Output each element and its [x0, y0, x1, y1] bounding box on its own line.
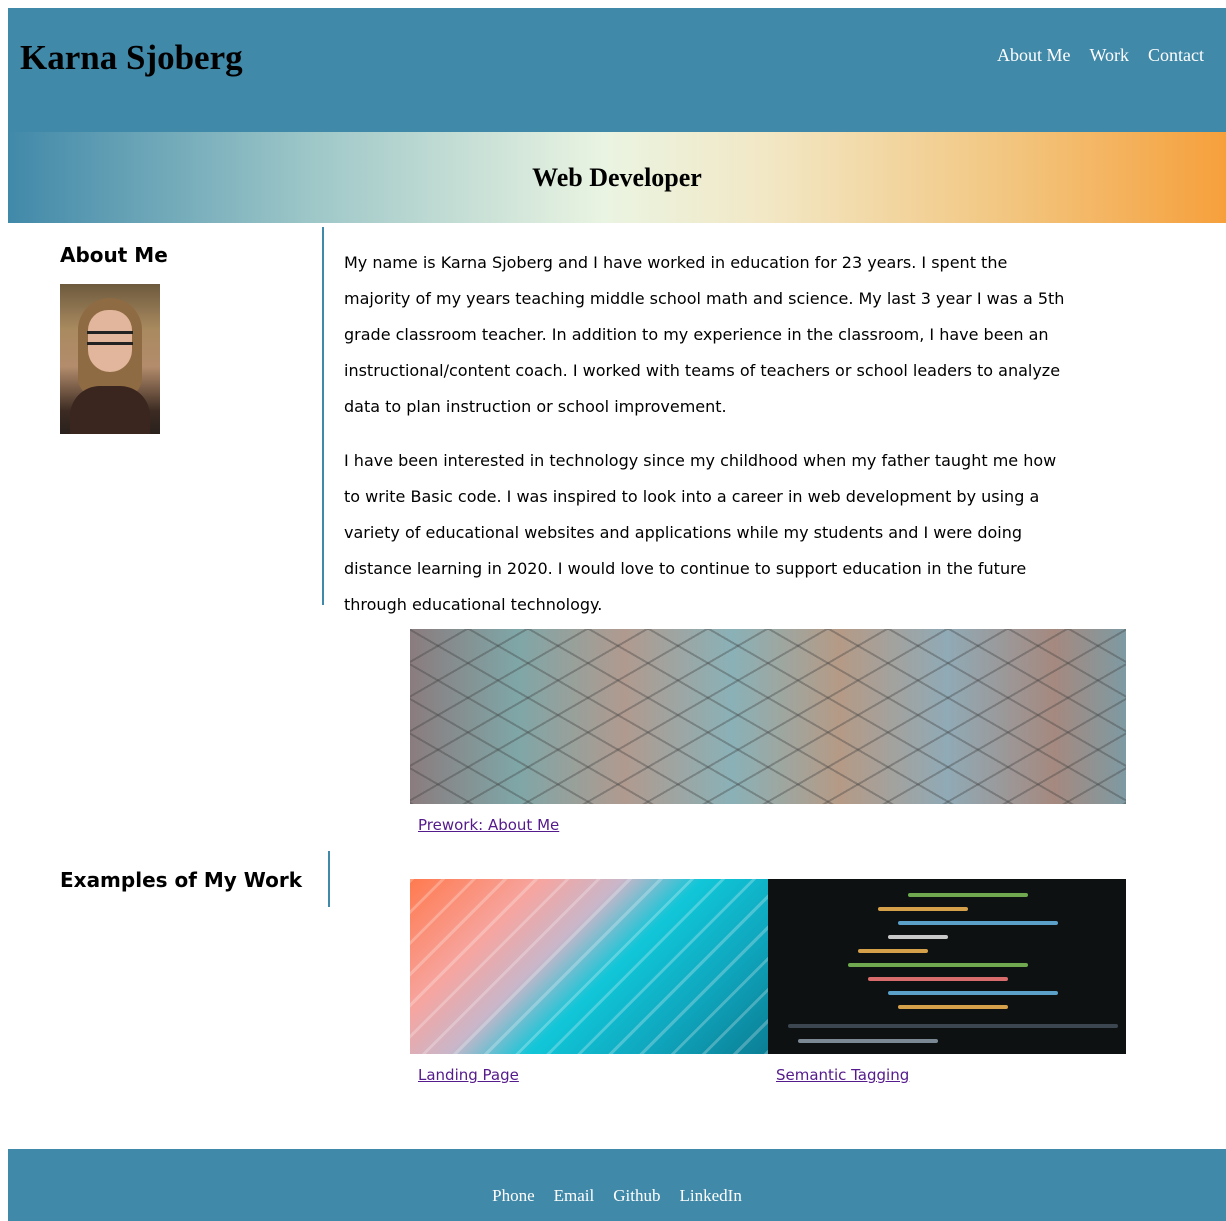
semantic-tagging-link[interactable]: Semantic Tagging — [776, 1066, 909, 1084]
photo-shirt — [70, 386, 150, 434]
landing-page-link[interactable]: Landing Page — [418, 1066, 519, 1084]
site-header: Karna Sjoberg About Me Work Contact — [8, 8, 1226, 132]
nav-work[interactable]: Work — [1089, 45, 1129, 66]
nav-about-me[interactable]: About Me — [997, 45, 1071, 66]
prework-link[interactable]: Prework: About Me — [418, 816, 559, 834]
footer-links: Phone Email Github LinkedIn — [8, 1186, 1226, 1206]
about-text: My name is Karna Sjoberg and I have work… — [344, 245, 1070, 641]
nav-contact[interactable]: Contact — [1148, 45, 1204, 66]
landing-page-thumbnail[interactable] — [410, 879, 768, 1054]
semantic-tagging-thumbnail[interactable] — [768, 879, 1126, 1054]
prework-thumbnail[interactable] — [410, 629, 1126, 804]
about-heading: About Me — [60, 243, 168, 267]
site-footer: Phone Email Github LinkedIn — [8, 1149, 1226, 1221]
footer-phone-link[interactable]: Phone — [492, 1186, 535, 1206]
photo-glasses — [87, 331, 133, 345]
site-title: Karna Sjoberg — [20, 38, 243, 77]
main-nav: About Me Work Contact — [997, 45, 1204, 66]
footer-github-link[interactable]: Github — [613, 1186, 660, 1206]
hero-banner: Web Developer — [8, 132, 1226, 223]
work-divider — [328, 851, 330, 907]
footer-linkedin-link[interactable]: LinkedIn — [680, 1186, 742, 1206]
about-paragraph-2: I have been interested in technology sin… — [344, 451, 1057, 614]
about-divider — [322, 227, 324, 605]
about-paragraph-1: My name is Karna Sjoberg and I have work… — [344, 253, 1065, 416]
footer-email-link[interactable]: Email — [554, 1186, 595, 1206]
banner-title: Web Developer — [532, 162, 702, 192]
profile-photo — [60, 284, 160, 434]
work-heading: Examples of My Work — [60, 868, 303, 892]
